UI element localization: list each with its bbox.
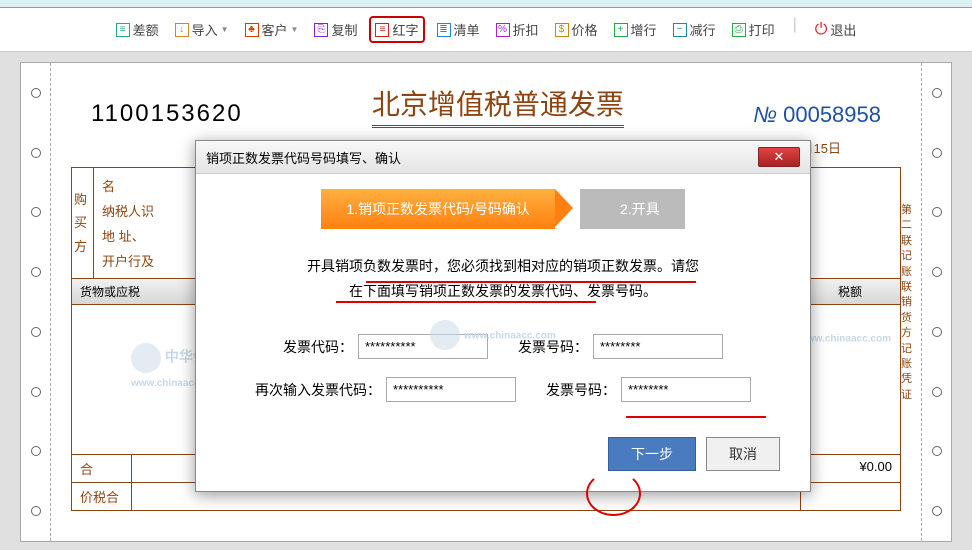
delrow-label: 减行 xyxy=(690,20,716,39)
print-icon: ⎙ xyxy=(732,23,746,37)
print-button[interactable]: ⎙ 打印 xyxy=(728,16,779,43)
diff-icon: ≡ xyxy=(116,23,130,37)
step-1[interactable]: 1.销项正数发票代码/号码确认 xyxy=(321,189,555,229)
price-icon: $ xyxy=(555,23,569,37)
import-button[interactable]: ↓ 导入 ▼ xyxy=(171,16,233,43)
red-icon: ≡ xyxy=(375,23,389,37)
invoice-code-input[interactable] xyxy=(358,334,488,359)
perforation-right xyxy=(921,63,951,541)
red-label: 红字 xyxy=(392,20,418,39)
step-nav: 1.销项正数发票代码/号码确认 2.开具 xyxy=(226,189,780,229)
list-button[interactable]: ≣ 清单 xyxy=(433,16,484,43)
invoice-number-input[interactable] xyxy=(593,334,723,359)
copy-label-side: 第二联 记账联 销货方记账凭证 xyxy=(901,203,915,403)
dialog-instructions: 开具销项负数发票时，您必须找到相对应的销项正数发票。请您 在下面填写销项正数发票… xyxy=(226,254,780,304)
print-label: 打印 xyxy=(749,20,775,39)
window-titlebar xyxy=(0,0,972,8)
invoice-number: № 00058958 xyxy=(753,102,881,128)
diff-label: 差额 xyxy=(133,20,159,39)
number-label-2: 发票号码： xyxy=(546,380,616,400)
cancel-button[interactable]: 取消 xyxy=(706,437,780,471)
close-button[interactable]: ✕ xyxy=(758,147,800,167)
list-label: 清单 xyxy=(454,20,480,39)
red-button[interactable]: ≡ 红字 xyxy=(369,16,424,43)
discount-icon: % xyxy=(496,23,510,37)
code-label: 发票代码： xyxy=(283,337,353,357)
import-label: 导入 xyxy=(192,20,218,39)
diff-button[interactable]: ≡ 差额 xyxy=(112,16,163,43)
exit-label: 退出 xyxy=(830,20,856,39)
customer-button[interactable]: ♣ 客户 ▼ xyxy=(241,16,303,43)
buyer-side-label: 购买方 xyxy=(72,168,94,278)
invoice-number-input-2[interactable] xyxy=(621,377,751,402)
addrow-label: 增行 xyxy=(631,20,657,39)
copy-icon: ⎘ xyxy=(314,23,328,37)
dropdown-icon: ▼ xyxy=(221,25,229,34)
import-icon: ↓ xyxy=(175,23,189,37)
list-icon: ≣ xyxy=(437,23,451,37)
minus-icon: − xyxy=(673,23,687,37)
dropdown-icon: ▼ xyxy=(291,25,299,34)
step-2: 2.开具 xyxy=(580,189,685,229)
power-icon: ⏻ xyxy=(815,21,828,39)
perforation-left xyxy=(21,63,51,541)
toolbar: ≡ 差额 ↓ 导入 ▼ ♣ 客户 ▼ ⎘ 复制 ≡ 红字 ≣ 清单 % 折扣 $… xyxy=(0,8,972,52)
dialog-titlebar: 销项正数发票代码号码填写、确认 ✕ xyxy=(196,141,810,174)
discount-label: 折扣 xyxy=(513,20,539,39)
invoice-code: 1100153620 xyxy=(91,100,243,128)
addrow-button[interactable]: + 增行 xyxy=(610,16,661,43)
discount-button[interactable]: % 折扣 xyxy=(492,16,543,43)
customer-label: 客户 xyxy=(262,20,288,39)
delrow-button[interactable]: − 减行 xyxy=(669,16,720,43)
code-label-2: 再次输入发票代码： xyxy=(255,380,381,400)
dialog-title-text: 销项正数发票代码号码填写、确认 xyxy=(206,148,401,167)
price-label: 价格 xyxy=(572,20,598,39)
copy-button[interactable]: ⎘ 复制 xyxy=(310,16,361,43)
number-label: 发票号码： xyxy=(518,337,588,357)
separator: | xyxy=(793,16,797,43)
copy-label: 复制 xyxy=(331,20,357,39)
price-button[interactable]: $ 价格 xyxy=(551,16,602,43)
invoice-title: 北京增值税普通发票 xyxy=(372,83,624,128)
plus-icon: + xyxy=(614,23,628,37)
confirm-dialog: 销项正数发票代码号码填写、确认 ✕ 1.销项正数发票代码/号码确认 2.开具 开… xyxy=(195,140,811,492)
customer-icon: ♣ xyxy=(245,23,259,37)
invoice-code-input-2[interactable] xyxy=(386,377,516,402)
next-button[interactable]: 下一步 xyxy=(608,437,696,471)
exit-button[interactable]: ⏻ 退出 xyxy=(811,16,861,43)
